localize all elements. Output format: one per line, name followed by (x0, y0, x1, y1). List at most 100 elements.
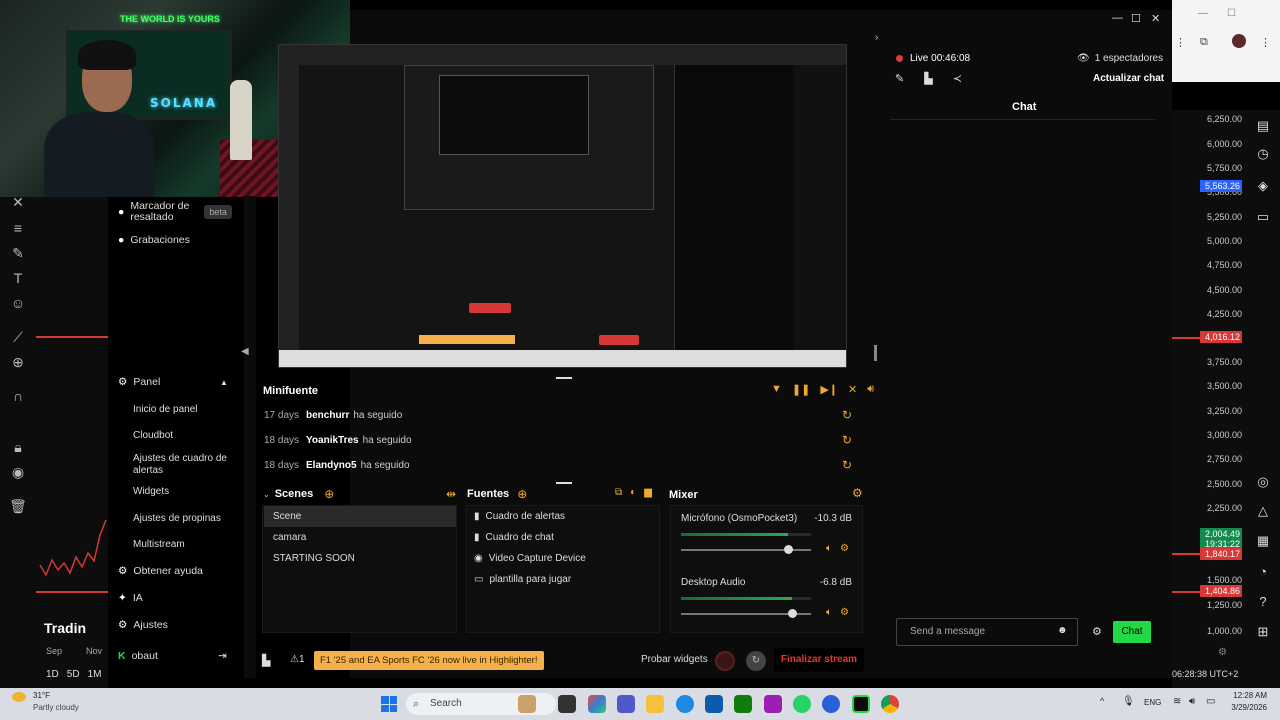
add-scene-icon[interactable]: ⊕ (324, 487, 334, 501)
triangle-icon[interactable]: △ (1254, 502, 1272, 520)
language-indicator[interactable]: ENG (1144, 698, 1161, 707)
speaker-icon[interactable]: 🔊︎ (1189, 696, 1195, 707)
taskbar-copilot-icon[interactable] (588, 695, 606, 713)
nav-ai[interactable]: ✦ IA (118, 592, 143, 604)
lock-icon[interactable]: 🔒︎ (8, 437, 28, 457)
notifications-icon[interactable]: ◔ (1254, 563, 1272, 581)
profile-avatar[interactable] (1232, 34, 1246, 48)
nav-tip-settings[interactable]: Ajustes de propinas (133, 513, 233, 525)
add-source-icon[interactable]: ⊕ (517, 487, 527, 501)
test-widgets-button[interactable]: Probar widgets (641, 654, 708, 665)
help-circle-icon[interactable]: ? (1254, 593, 1272, 611)
pause-icon[interactable]: ❚❚ (792, 383, 810, 396)
eye-icon[interactable]: ◉ (8, 462, 28, 482)
battery-icon[interactable]: ▭ (1206, 696, 1215, 707)
alert-indicator[interactable]: ⚠1 (290, 654, 305, 665)
volume-slider[interactable] (681, 545, 811, 554)
chat-send-button[interactable]: Chat (1113, 621, 1151, 643)
range-1m[interactable]: 1M (88, 669, 102, 680)
nav-settings[interactable]: ⚙ Ajustes (118, 619, 168, 631)
source-item[interactable]: ◉ Video Capture Device (474, 548, 586, 569)
browser-maximize-icon[interactable]: ☐ (1227, 8, 1236, 19)
browser-minimize-icon[interactable]: — (1198, 8, 1208, 19)
axis-settings-icon[interactable]: ⚙ (1218, 647, 1227, 658)
maximize-icon[interactable]: ☐ (1131, 12, 1141, 25)
windows-start-icon[interactable] (381, 696, 397, 712)
taskbar-time[interactable]: 12:28 AM (1231, 691, 1267, 700)
browser-more-icon[interactable]: ⋮ (1260, 36, 1271, 49)
nav-dashboard-home[interactable]: Inicio de panel (133, 404, 233, 416)
watchlist-icon[interactable]: ▤ (1254, 117, 1272, 135)
edit-icon[interactable]: ✎ (895, 72, 904, 85)
nav-user[interactable]: K obaut ⇥ (118, 650, 238, 662)
target-icon[interactable]: ◎ (1254, 473, 1272, 491)
zoom-icon[interactable]: ⊕ (8, 352, 28, 372)
channel-settings-icon[interactable]: ⚙ (840, 607, 849, 618)
nav-cloudbot[interactable]: Cloudbot (133, 430, 233, 442)
source-item[interactable]: ▭ plantilla para jugar (474, 569, 571, 590)
scene-item[interactable]: camara (264, 527, 456, 548)
taskbar-folder-icon[interactable] (646, 695, 664, 713)
skip-icon[interactable]: ▶❙ (820, 383, 838, 396)
taskbar-store-icon[interactable] (705, 695, 723, 713)
nav-panel[interactable]: ⚙ Panel ▲ (118, 376, 238, 388)
close-icon[interactable]: ✕ (1151, 12, 1160, 25)
mixer-settings-icon[interactable]: ⚙ (852, 486, 863, 500)
replay-icon[interactable]: ↻ (842, 408, 852, 422)
minimize-icon[interactable]: — (1112, 12, 1123, 24)
slider-knob[interactable] (787, 609, 797, 618)
taskbar-edge-icon[interactable] (676, 695, 694, 713)
scene-item[interactable]: STARTING SOON (264, 548, 456, 569)
taskbar-date[interactable]: 3/29/2026 (1225, 703, 1267, 712)
drag-handle[interactable] (556, 482, 572, 484)
drag-handle[interactable] (556, 377, 572, 379)
share-icon[interactable]: ≺ (953, 72, 962, 85)
highlighter-notification[interactable]: F1 '25 and EA Sports FC '26 now live in … (314, 651, 544, 670)
microphone-icon[interactable]: 🎙︎ (1122, 696, 1135, 707)
layers-icon[interactable]: ◈ (1254, 177, 1272, 195)
nav-help[interactable]: ⚙ Obtener ayuda (118, 565, 203, 577)
browser-menu-icon[interactable]: ⋮ (1175, 36, 1186, 49)
scene-transition-icon[interactable]: ⇹ (446, 487, 456, 501)
taskbar-app-icon[interactable] (518, 695, 536, 713)
trash-icon[interactable]: 🗑︎ (8, 496, 28, 516)
taskbar-app-icon[interactable] (822, 695, 840, 713)
emoji-icon[interactable]: ☻ (1057, 625, 1068, 636)
source-group-icon[interactable]: ⧉ (615, 487, 622, 498)
range-5d[interactable]: 5D (67, 669, 80, 680)
collapse-left-icon[interactable]: ◀ (241, 346, 249, 357)
source-item[interactable]: ▮ Cuadro de alertas (474, 506, 565, 527)
stats-icon[interactable]: ▙ (262, 654, 270, 667)
popout-icon[interactable]: ▙ (924, 72, 932, 85)
refresh-chat-button[interactable]: Actualizar chat (1093, 73, 1164, 84)
nav-highlighter[interactable]: ● Marcador de resaltado beta (118, 201, 232, 223)
taskbar-chrome-icon[interactable] (881, 695, 899, 713)
wifi-icon[interactable]: ≋ (1173, 696, 1181, 707)
taskbar-streamlabs-icon[interactable] (852, 695, 870, 713)
calendar-icon[interactable]: ▦ (1254, 532, 1272, 550)
taskbar-xbox-icon[interactable] (734, 695, 752, 713)
taskbar-terminal-icon[interactable] (558, 695, 576, 713)
nav-widgets[interactable]: Widgets (133, 486, 233, 498)
replay-icon[interactable]: ↻ (842, 458, 852, 472)
source-item[interactable]: ▮ Cuadro de chat (474, 527, 554, 548)
tray-chevron-icon[interactable]: ^ (1100, 696, 1104, 706)
browser-screenshot-icon[interactable]: ⧉ (1200, 36, 1208, 49)
record-button[interactable] (715, 651, 735, 671)
replay-icon[interactable]: ↻ (842, 433, 852, 447)
chat-bubble-icon[interactable]: ▭ (1254, 208, 1272, 226)
ruler-icon[interactable]: ⟋ (8, 327, 28, 347)
end-stream-button[interactable]: Finalizar stream (774, 648, 864, 672)
mute-icon[interactable]: 🔈︎ (826, 607, 832, 618)
mute-events-icon[interactable]: ✕ (848, 383, 857, 396)
nav-multistream[interactable]: Multistream (133, 539, 233, 551)
volume-slider[interactable] (681, 609, 811, 618)
filter-icon[interactable]: ▼ (771, 383, 782, 396)
emoji-icon[interactable]: ☺ (8, 293, 28, 313)
taskbar-whatsapp-icon[interactable] (793, 695, 811, 713)
logout-icon[interactable]: ⇥ (218, 650, 227, 662)
nav-alertbox-settings[interactable]: Ajustes de cuadro de alertas (133, 453, 233, 477)
chat-input[interactable]: Send a message (896, 618, 1078, 646)
brush-icon[interactable]: ✎ (8, 243, 28, 263)
volume-icon[interactable]: 🔊︎ (867, 383, 874, 396)
